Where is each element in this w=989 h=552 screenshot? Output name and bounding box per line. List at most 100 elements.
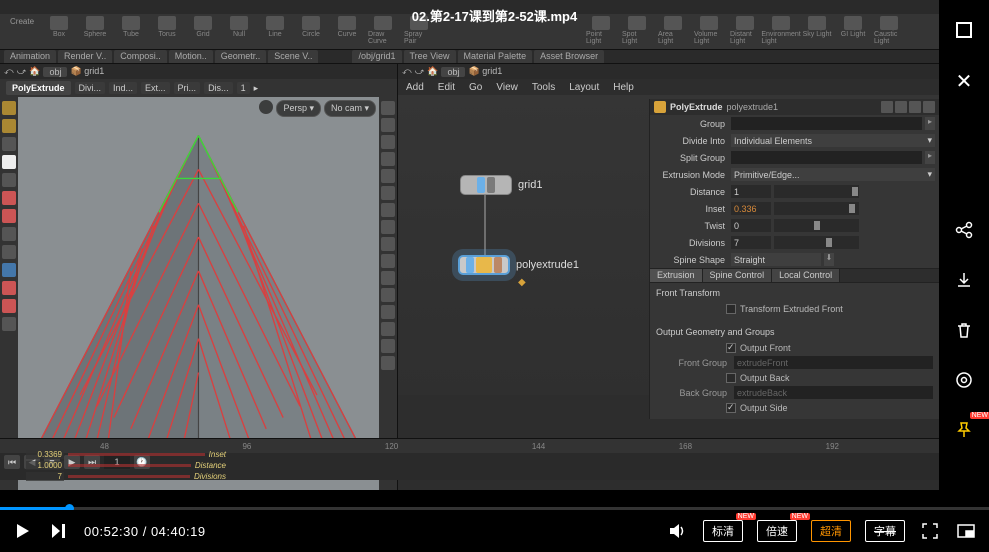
op-f3[interactable]: Ext...	[141, 82, 170, 94]
shelf-spotlight[interactable]: Spot Light	[622, 16, 652, 47]
vtr-icon[interactable]	[381, 305, 395, 319]
menu-go[interactable]: Go	[469, 82, 482, 93]
twist-field[interactable]: 0	[731, 219, 771, 232]
fullscreen-icon[interactable]	[919, 520, 941, 542]
shelf-skylight[interactable]: Sky Light	[802, 16, 832, 47]
shelf-drawcurve[interactable]: Draw Curve	[368, 16, 398, 47]
divisions-slider[interactable]	[774, 236, 859, 249]
tab-objpath[interactable]: /obj/grid1	[352, 50, 401, 63]
vt-arrow-icon[interactable]	[2, 155, 16, 169]
viewport-3d[interactable]: Persp ▾ No cam ▾	[18, 97, 379, 490]
shelf-distlight[interactable]: Distant Light	[730, 16, 760, 47]
vtr-icon[interactable]	[381, 118, 395, 132]
tab-motion[interactable]: Motion..	[169, 50, 213, 63]
delete-icon[interactable]	[952, 320, 976, 340]
share-icon[interactable]	[952, 220, 976, 240]
shelf-grid[interactable]: Grid	[188, 16, 218, 47]
next-button[interactable]	[48, 520, 70, 542]
tab-spine[interactable]: Spine Control	[703, 269, 773, 282]
pin-icon[interactable]	[895, 101, 907, 113]
menu-view[interactable]: View	[496, 82, 518, 93]
vtr-icon[interactable]	[381, 339, 395, 353]
netpath-grid1[interactable]: 📦 grid1	[468, 66, 502, 77]
vtr-icon[interactable]	[381, 322, 395, 336]
shelf-tube[interactable]: Tube	[116, 16, 146, 47]
download-icon[interactable]	[952, 270, 976, 290]
back-group-field[interactable]: extrudeBack	[734, 386, 933, 399]
chk-output-side[interactable]	[726, 403, 736, 413]
play-pause-button[interactable]	[12, 520, 34, 542]
home-icon[interactable]: 🏠	[427, 66, 438, 77]
tab-local[interactable]: Local Control	[772, 269, 840, 282]
group-menu-icon[interactable]: ▸	[925, 117, 935, 130]
vtr-icon[interactable]	[381, 254, 395, 268]
vtr-icon[interactable]	[381, 356, 395, 370]
divide-dropdown[interactable]: Individual Elements▾	[731, 134, 935, 147]
vt-icon[interactable]	[2, 317, 16, 331]
shelf-curve[interactable]: Curve	[332, 16, 362, 47]
tab-render[interactable]: Render V..	[58, 50, 112, 63]
vtr-icon[interactable]	[381, 135, 395, 149]
menu-add[interactable]: Add	[406, 82, 424, 93]
minimize-button[interactable]	[952, 20, 976, 40]
tab-extrusion[interactable]: Extrusion	[650, 269, 703, 282]
inset-field[interactable]: 0.336	[731, 202, 771, 215]
vt-icon[interactable]	[2, 119, 16, 133]
persp-button[interactable]: Persp ▾	[276, 100, 321, 117]
close-button[interactable]: ✕	[952, 70, 976, 94]
vtr-icon[interactable]	[381, 152, 395, 166]
tab-sceneview[interactable]: Scene V..	[268, 50, 318, 63]
vt-icon[interactable]	[2, 281, 16, 295]
vtr-icon[interactable]	[381, 186, 395, 200]
shelf-arealight[interactable]: Area Light	[658, 16, 688, 47]
shelf-gilight[interactable]: GI Light	[838, 16, 868, 47]
pin-icon[interactable]	[952, 420, 976, 440]
vtr-icon[interactable]	[381, 203, 395, 217]
gear-icon[interactable]	[881, 101, 893, 113]
menu-layout[interactable]: Layout	[569, 82, 599, 93]
menu-tools[interactable]: Tools	[532, 82, 555, 93]
help-icon[interactable]	[909, 101, 921, 113]
subtitle-button[interactable]: 字幕	[865, 520, 905, 542]
shelf-pointlight[interactable]: Point Light	[586, 16, 616, 47]
vt-icon[interactable]	[2, 209, 16, 223]
vtr-icon[interactable]	[381, 237, 395, 251]
shelf-null[interactable]: Null	[224, 16, 254, 47]
inset-slider[interactable]	[774, 202, 859, 215]
hud-dist-slider[interactable]	[68, 464, 191, 467]
vtr-icon[interactable]	[381, 220, 395, 234]
tab-animation[interactable]: Animation	[4, 50, 56, 63]
chk-output-back[interactable]	[726, 373, 736, 383]
shelf-circle[interactable]: Circle	[296, 16, 326, 47]
node-grid1[interactable]: grid1	[460, 175, 542, 195]
op-f5[interactable]: Dis...	[204, 82, 233, 94]
vtr-icon[interactable]	[381, 288, 395, 302]
speed-button[interactable]: 倍速	[757, 520, 797, 542]
vt-select-icon[interactable]	[2, 101, 16, 115]
shelf-line[interactable]: Line	[260, 16, 290, 47]
vt-icon[interactable]	[2, 263, 16, 277]
divisions-field[interactable]: 7	[731, 236, 771, 249]
menu-help[interactable]: Help	[613, 82, 634, 93]
tab-geometry[interactable]: Geometr..	[215, 50, 267, 63]
vt-icon[interactable]	[2, 299, 16, 313]
op-f6[interactable]: 1	[237, 82, 250, 94]
split-field[interactable]	[731, 151, 922, 164]
shelf-sphere[interactable]: Sphere	[80, 16, 110, 47]
mode-dropdown[interactable]: Primitive/Edge...▾	[731, 168, 935, 181]
first-frame-button[interactable]: ⏮	[4, 455, 20, 469]
distance-slider[interactable]	[774, 185, 859, 198]
shelf-tab[interactable]: Create	[6, 16, 38, 27]
vt-icon[interactable]	[2, 227, 16, 241]
quality-standard-button[interactable]: 标清	[703, 520, 743, 542]
volume-icon[interactable]	[667, 520, 689, 542]
tab-assetbrowser[interactable]: Asset Browser	[534, 50, 604, 63]
hud-inset-slider[interactable]	[68, 453, 205, 456]
shelf-torus[interactable]: Torus	[152, 16, 182, 47]
vtr-icon[interactable]	[381, 101, 395, 115]
home-icon[interactable]: 🏠	[29, 66, 40, 77]
hud-div-slider[interactable]	[68, 475, 190, 478]
node-polyextrude1[interactable]: polyextrude1	[458, 255, 579, 275]
split-menu-icon[interactable]: ▸	[925, 151, 935, 164]
twist-slider[interactable]	[774, 219, 859, 232]
